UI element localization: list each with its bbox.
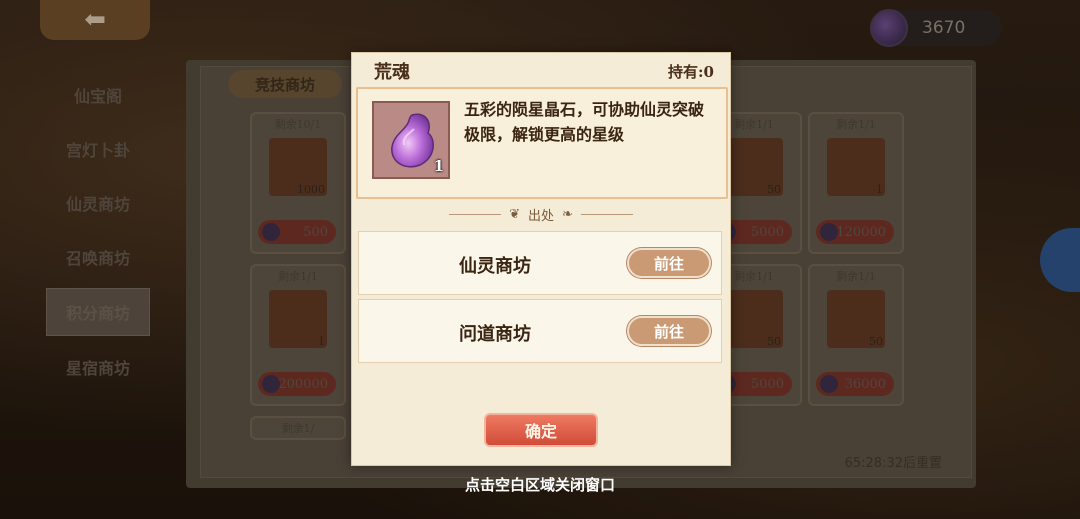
goto-button[interactable]: 前往 bbox=[627, 316, 711, 346]
close-hint: 点击空白区域关闭窗口 bbox=[464, 476, 615, 494]
scroll-ornament-icon: ❧ bbox=[562, 206, 573, 222]
source-name: 问道商坊 bbox=[459, 324, 531, 345]
owned-count: 持有:0 bbox=[668, 62, 714, 81]
item-count: 1 bbox=[433, 157, 444, 175]
source-row: 仙灵商坊 前往 bbox=[358, 231, 722, 295]
item-description: 五彩的陨星晶石，可协助仙灵突破极限，解锁更高的星级 bbox=[464, 100, 705, 144]
divider-line bbox=[580, 213, 633, 215]
modal-header: 荒魂 持有:0 bbox=[352, 53, 730, 89]
source-row: 问道商坊 前往 bbox=[358, 299, 722, 363]
divider-line bbox=[449, 213, 502, 215]
source-name: 仙灵商坊 bbox=[459, 256, 531, 277]
item-detail-box: 1 五彩的陨星晶石，可协助仙灵突破极限，解锁更高的星级 bbox=[356, 87, 728, 199]
source-divider: ❦ 出处 ❧ bbox=[352, 203, 730, 225]
item-icon: 1 bbox=[372, 101, 450, 179]
scroll-ornament-icon: ❦ bbox=[509, 206, 520, 222]
source-label: 出处 bbox=[527, 208, 554, 224]
goto-button[interactable]: 前往 bbox=[627, 248, 711, 278]
modal-title: 荒魂 bbox=[374, 62, 410, 83]
item-info-modal: 荒魂 持有:0 1 五彩的陨星晶石，可协助仙灵突破极限，解锁更高的星级 ❦ 出处… bbox=[351, 52, 731, 466]
confirm-button[interactable]: 确定 bbox=[484, 413, 598, 447]
